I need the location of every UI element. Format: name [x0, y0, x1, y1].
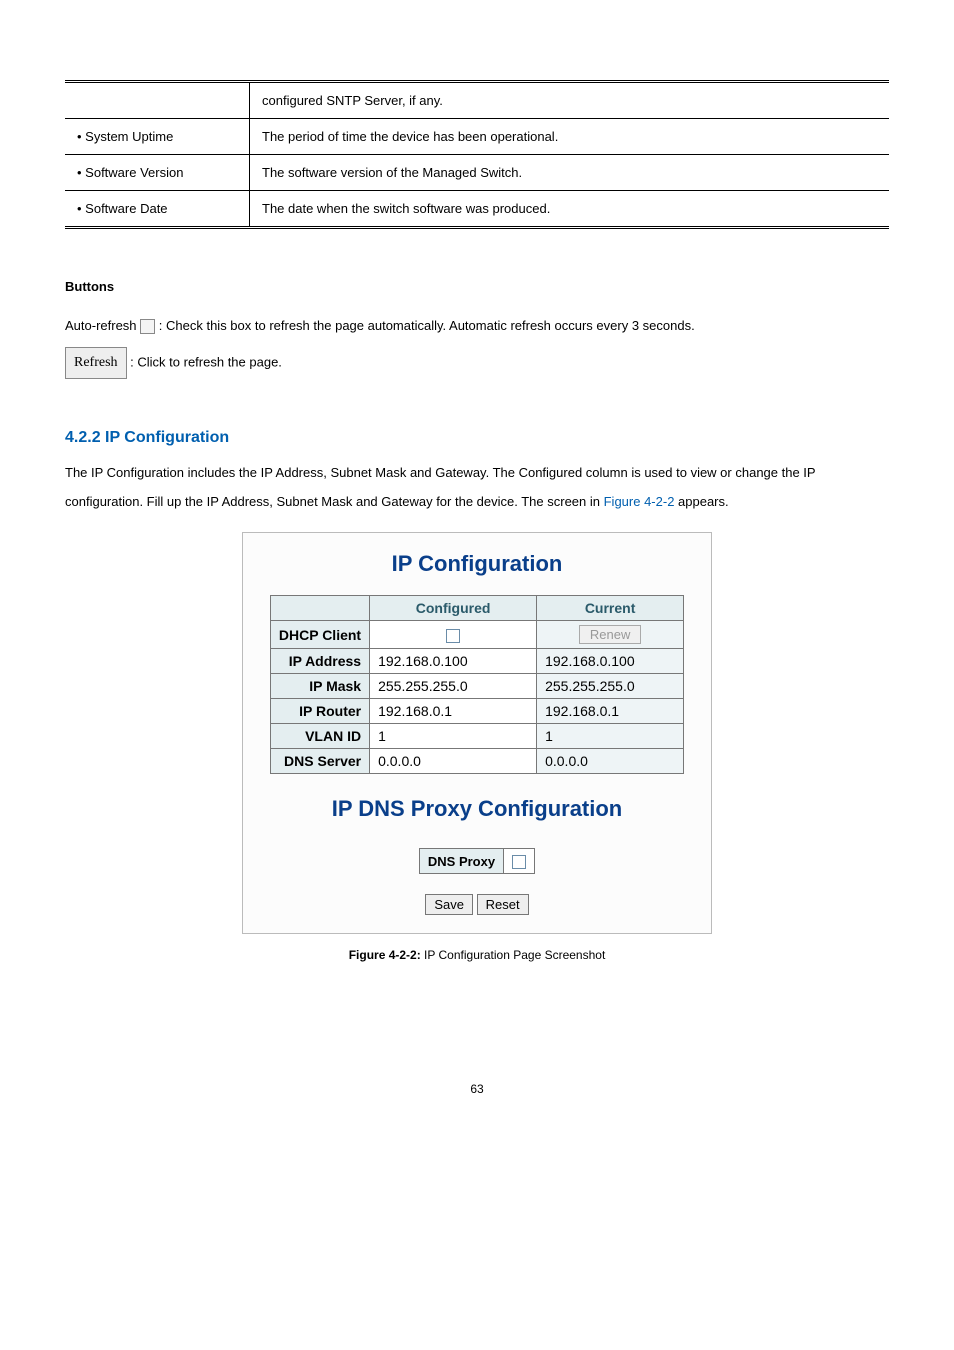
row-label: DHCP Client — [270, 621, 369, 649]
row-label: DNS Server — [270, 749, 369, 774]
dns-proxy-checkbox[interactable] — [512, 855, 526, 869]
caption-bold: Figure 4-2-2: — [349, 948, 421, 962]
section-body: The IP Configuration includes the IP Add… — [65, 459, 889, 516]
row-label: VLAN ID — [270, 724, 369, 749]
dhcp-checkbox[interactable] — [446, 629, 460, 643]
refresh-line: Refresh : Click to refresh the page. — [65, 347, 889, 380]
ip-router-current: 192.168.0.1 — [537, 699, 684, 724]
dns-server-input[interactable] — [378, 753, 518, 769]
section-heading: 4.2.2 IP Configuration — [65, 429, 889, 447]
row-desc: The period of time the device has been o… — [250, 119, 890, 155]
auto-refresh-text: : Check this box to refresh the page aut… — [159, 318, 695, 333]
table-row: VLAN ID 1 — [270, 724, 683, 749]
table-row: • Software Date The date when the switch… — [65, 191, 889, 228]
refresh-text: : Click to refresh the page. — [130, 354, 282, 369]
row-label: IP Address — [270, 649, 369, 674]
table-row: IP Router 192.168.0.1 — [270, 699, 683, 724]
reset-button[interactable]: Reset — [477, 894, 529, 915]
table-row: IP Address 192.168.0.100 — [270, 649, 683, 674]
col-configured: Configured — [370, 596, 537, 621]
table-row: configured SNTP Server, if any. — [65, 82, 889, 119]
checkbox-icon[interactable] — [140, 319, 155, 334]
dns-server-current: 0.0.0.0 — [537, 749, 684, 774]
table-row: IP Mask 255.255.255.0 — [270, 674, 683, 699]
table-row: • System Uptime The period of time the d… — [65, 119, 889, 155]
row-label: IP Mask — [270, 674, 369, 699]
row-desc: configured SNTP Server, if any. — [250, 82, 890, 119]
table-row: • Software Version The software version … — [65, 155, 889, 191]
description-table: configured SNTP Server, if any. • System… — [65, 80, 889, 229]
row-label: • System Uptime — [65, 119, 250, 155]
row-label: • Software Version — [65, 155, 250, 191]
row-label: IP Router — [270, 699, 369, 724]
save-button[interactable]: Save — [425, 894, 473, 915]
col-current: Current — [537, 596, 684, 621]
caption-rest: IP Configuration Page Screenshot — [421, 948, 606, 962]
panel-title: IP Configuration — [259, 551, 695, 577]
ip-router-input[interactable] — [378, 703, 518, 719]
page-number: 63 — [65, 1082, 889, 1096]
vlan-id-current: 1 — [537, 724, 684, 749]
ip-mask-current: 255.255.255.0 — [537, 674, 684, 699]
ip-config-table: Configured Current DHCP Client Renew IP … — [270, 595, 684, 774]
table-row: DNS Server 0.0.0.0 — [270, 749, 683, 774]
screenshot-panel: IP Configuration Configured Current DHCP… — [242, 532, 712, 934]
ip-mask-input[interactable] — [378, 678, 518, 694]
figure-caption: Figure 4-2-2: IP Configuration Page Scre… — [65, 948, 889, 962]
renew-button[interactable]: Renew — [579, 625, 641, 644]
section-body-b: appears. — [674, 494, 728, 509]
auto-refresh-prefix: Auto-refresh — [65, 318, 140, 333]
table-row: DHCP Client Renew — [270, 621, 683, 649]
row-desc: The software version of the Managed Swit… — [250, 155, 890, 191]
vlan-id-input[interactable] — [378, 728, 518, 744]
row-label — [65, 82, 250, 119]
figure-link[interactable]: Figure 4-2-2 — [604, 494, 675, 509]
ip-address-current: 192.168.0.100 — [537, 649, 684, 674]
ip-address-input[interactable] — [378, 653, 518, 669]
dns-proxy-table: DNS Proxy — [419, 848, 535, 874]
refresh-button[interactable]: Refresh — [65, 347, 127, 380]
auto-refresh-line: Auto-refresh : Check this box to refresh… — [65, 314, 889, 339]
dns-proxy-label: DNS Proxy — [419, 849, 503, 874]
buttons-heading: Buttons — [65, 279, 889, 294]
dns-proxy-title: IP DNS Proxy Configuration — [259, 796, 695, 822]
row-label: • Software Date — [65, 191, 250, 228]
row-desc: The date when the switch software was pr… — [250, 191, 890, 228]
